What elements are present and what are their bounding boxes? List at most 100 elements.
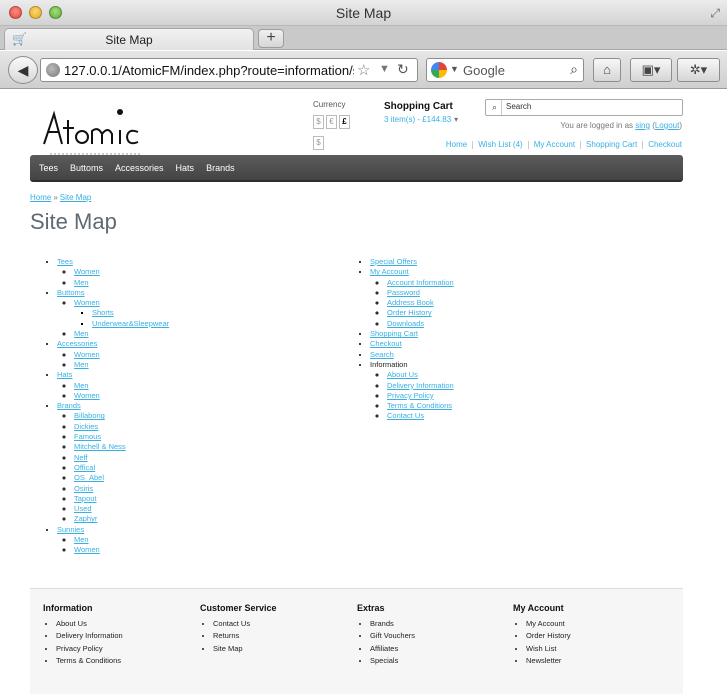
history-dropdown-icon[interactable]: ▼ <box>379 63 390 75</box>
sitemap-link[interactable]: Brands <box>57 401 81 410</box>
fullscreen-icon[interactable]: ⤢ <box>710 6 720 21</box>
footer-link[interactable]: Delivery Information <box>56 630 193 642</box>
sitemap-link[interactable]: Women <box>74 298 100 307</box>
currency-usd-button[interactable]: $ <box>313 115 324 129</box>
cart-summary-text[interactable]: 3 item(s) - £144.83 <box>384 115 451 124</box>
sitemap-link[interactable]: Men <box>74 360 89 369</box>
username-link[interactable]: sing <box>635 121 650 130</box>
footer-link[interactable]: Privacy Policy <box>56 643 193 655</box>
sitemap-link[interactable]: Women <box>74 350 100 359</box>
logout-link[interactable]: Logout <box>655 121 679 130</box>
top-link-account[interactable]: My Account <box>534 140 575 149</box>
currency-alt-button[interactable]: $ <box>313 136 324 150</box>
top-link-checkout[interactable]: Checkout <box>648 140 682 149</box>
sitemap-link[interactable]: Tapout <box>74 494 97 503</box>
sitemap-link[interactable]: Delivery Information <box>387 381 454 390</box>
sitemap-link[interactable]: Checkout <box>370 339 402 348</box>
top-link-wishlist[interactable]: Wish List (4) <box>478 140 522 149</box>
sitemap-link[interactable]: Billabong <box>74 411 105 420</box>
sitemap-link[interactable]: Terms & Conditions <box>387 401 452 410</box>
bookmarks-button[interactable]: ▣▾ <box>630 58 672 82</box>
sitemap-link[interactable]: Password <box>387 288 420 297</box>
sitemap-link[interactable]: Men <box>74 329 89 338</box>
sitemap-link[interactable]: Osiris <box>74 484 93 493</box>
currency-eur-button[interactable]: € <box>326 115 337 129</box>
sitemap-link[interactable]: Men <box>74 381 89 390</box>
footer-link[interactable]: My Account <box>526 618 663 630</box>
sitemap-link[interactable]: Mitchell & Ness <box>74 442 126 451</box>
bookmark-star-icon[interactable]: ☆ <box>357 61 370 79</box>
sitemap-link[interactable]: Shopping Cart <box>370 329 418 338</box>
footer-link[interactable]: Wish List <box>526 643 663 655</box>
cart-summary[interactable]: 3 item(s) - £144.83 ▾ <box>384 115 458 124</box>
footer-link[interactable]: Affiliates <box>370 643 507 655</box>
sitemap-link[interactable]: Underwear&Sleepwear <box>92 319 169 328</box>
sitemap-link[interactable]: Men <box>74 535 89 544</box>
footer-link[interactable]: About Us <box>56 618 193 630</box>
footer-link[interactable]: Site Map <box>213 643 350 655</box>
google-icon[interactable] <box>431 62 447 78</box>
sitemap-link[interactable]: Offical <box>74 463 95 472</box>
breadcrumb-home[interactable]: Home <box>30 193 51 202</box>
tools-button[interactable]: ✲▾ <box>677 58 720 82</box>
menu-item-hats[interactable]: Hats <box>176 155 195 182</box>
sitemap-link[interactable]: Women <box>74 267 100 276</box>
sitemap-link[interactable]: Men <box>74 278 89 287</box>
search-icon[interactable]: ⌕ <box>488 100 502 115</box>
footer-link[interactable]: Gift Vouchers <box>370 630 507 642</box>
sitemap-link[interactable]: Women <box>74 391 100 400</box>
footer-link[interactable]: Specials <box>370 655 507 667</box>
sitemap-link[interactable]: Buttoms <box>57 288 85 297</box>
browser-search-box[interactable]: ▼ Google ⌕ <box>426 58 584 82</box>
sitemap-link[interactable]: Special Offers <box>370 257 417 266</box>
sitemap-link[interactable]: My Account <box>370 267 409 276</box>
footer-link[interactable]: Terms & Conditions <box>56 655 193 667</box>
footer-link[interactable]: Newsletter <box>526 655 663 667</box>
sitemap-link[interactable]: Tees <box>57 257 73 266</box>
top-link-home[interactable]: Home <box>446 140 467 149</box>
menu-item-buttoms[interactable]: Buttoms <box>70 155 103 182</box>
address-bar[interactable]: 127.0.0.1/AtomicFM/index.php?route=infor… <box>40 58 418 82</box>
footer-link[interactable]: Returns <box>213 630 350 642</box>
sitemap-link[interactable]: Contact Us <box>387 411 424 420</box>
top-link-cart[interactable]: Shopping Cart <box>586 140 637 149</box>
sitemap-link[interactable]: OS_Abel <box>74 473 104 482</box>
search-engine-dropdown-icon[interactable]: ▼ <box>450 64 459 74</box>
sitemap-link[interactable]: Sunnies <box>57 525 84 534</box>
new-tab-button[interactable]: + <box>258 29 284 48</box>
sitemap-link[interactable]: Downloads <box>387 319 424 328</box>
sitemap-link[interactable]: Neff <box>74 453 88 462</box>
menu-item-brands[interactable]: Brands <box>206 155 235 182</box>
sitemap-link[interactable]: Shorts <box>92 308 114 317</box>
footer-link[interactable]: Order History <box>526 630 663 642</box>
magnifier-icon[interactable]: ⌕ <box>570 61 578 78</box>
sitemap-link[interactable]: Famous <box>74 432 101 441</box>
footer-link[interactable]: Brands <box>370 618 507 630</box>
tab-site-map[interactable]: 🛒 Site Map <box>4 28 254 50</box>
sitemap-link[interactable]: About Us <box>387 370 418 379</box>
sitemap-link[interactable]: Hats <box>57 370 72 379</box>
sitemap-link[interactable]: Used <box>74 504 92 513</box>
web-page: Currency $ € £ $ Shopping Cart 3 item(s) - … <box>0 90 727 694</box>
cart-dropdown-icon[interactable]: ▾ <box>454 115 458 124</box>
currency-gbp-button[interactable]: £ <box>339 115 350 129</box>
site-search-input[interactable] <box>506 102 676 111</box>
menu-item-accessories[interactable]: Accessories <box>115 155 164 182</box>
site-search[interactable]: ⌕ <box>485 99 683 116</box>
sitemap-link[interactable]: Privacy Policy <box>387 391 434 400</box>
url-text[interactable]: 127.0.0.1/AtomicFM/index.php?route=infor… <box>64 63 354 78</box>
sitemap-link[interactable]: Account Information <box>387 278 454 287</box>
sitemap-link[interactable]: Address Book <box>387 298 434 307</box>
reload-icon[interactable]: ↻ <box>397 61 409 78</box>
sitemap-link[interactable]: Zaphyr <box>74 514 97 523</box>
sitemap-link[interactable]: Accessories <box>57 339 97 348</box>
sitemap-link[interactable]: Dickies <box>74 422 98 431</box>
sitemap-link[interactable]: Order History <box>387 308 432 317</box>
footer-link[interactable]: Contact Us <box>213 618 350 630</box>
sitemap-link[interactable]: Search <box>370 350 394 359</box>
menu-item-tees[interactable]: Tees <box>39 155 58 182</box>
back-button[interactable]: ◀ <box>8 56 38 84</box>
home-button[interactable]: ⌂ <box>593 58 621 82</box>
breadcrumb-site-map[interactable]: Site Map <box>60 193 92 202</box>
sitemap-link[interactable]: Women <box>74 545 100 554</box>
